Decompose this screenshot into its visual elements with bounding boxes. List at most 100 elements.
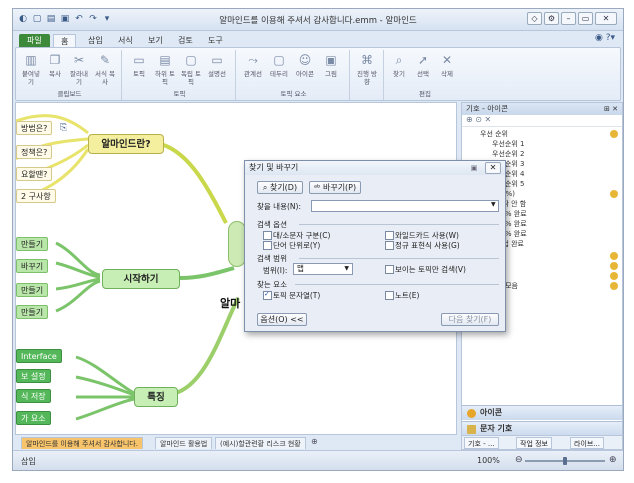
zoom-thumb[interactable] (563, 457, 567, 465)
pin-icon[interactable]: ⊞ ✕ (604, 103, 618, 115)
leaf-start-4[interactable]: 만들기 (16, 305, 49, 319)
find-replace-dialog: 찾기 및 바꾸기 ▣ ✕ ⌕ 찾기(D) ᵃᵇ 바꾸기(P) 찾을 내용(N):… (244, 160, 506, 332)
paste-button[interactable]: ▥ 붙여넣기 (20, 52, 42, 86)
find-button[interactable]: ⌕ 찾기 (388, 52, 410, 78)
direction-button[interactable]: ⌘ 진행 방향 (356, 52, 378, 86)
maximize-button[interactable]: ▭ (578, 12, 593, 25)
cut-button[interactable]: ✂ 잘라내기 (68, 52, 90, 86)
tree-item[interactable]: 우선순위 2 (462, 149, 622, 159)
leaf-features-3[interactable]: 식 저장 (16, 389, 51, 403)
options-button[interactable]: 옵션(O) << (257, 313, 307, 326)
tree-item[interactable]: 우선 순위 (462, 129, 622, 139)
leaf-what-1[interactable]: 방법은? (16, 121, 53, 135)
doc-tab-3[interactable]: (예시)할관련황 리스크 현황 (215, 437, 306, 449)
leaf-features-1[interactable]: Interface (16, 349, 62, 363)
zoom-level: 100% (477, 456, 500, 465)
panel-tabs: 기호 - ... 작업 정보 라이브... (462, 435, 622, 449)
replace-tab-button[interactable]: ᵃᵇ 바꾸기(P) (309, 181, 361, 194)
add-icon[interactable]: ⊕ (466, 115, 473, 124)
copy-button[interactable]: ❐ 복사 (44, 52, 66, 78)
find-tab-button[interactable]: ⌕ 찾기(D) (257, 181, 303, 194)
edit-icon[interactable]: ⊙ (475, 115, 482, 124)
cut-icon: ✂ (73, 53, 85, 67)
leaf-what-3[interactable]: 요할땐? (16, 167, 53, 181)
tab-review[interactable]: 검토 (171, 34, 200, 47)
picture-button[interactable]: ▣ 그림 (320, 52, 342, 78)
remove-icon[interactable]: ✕ (485, 115, 492, 124)
relationship-button[interactable]: ⤳ 관계선 (242, 52, 264, 78)
tab-format[interactable]: 서식 (111, 34, 140, 47)
select-button[interactable]: ➚ 선택 (412, 52, 434, 78)
icon-button[interactable]: ☺ 아이콘 (294, 52, 316, 78)
panel-tab-task-info[interactable]: 작업 정보 (516, 437, 552, 449)
topic-button[interactable]: ▭ 토픽 (128, 52, 150, 78)
regex-checkbox[interactable]: 정규 표현식 사용(G) (385, 241, 460, 250)
tab-file[interactable]: 파일 (19, 34, 50, 47)
leaf-what-2[interactable]: 정책은? (16, 145, 53, 159)
callout-button[interactable]: ▭ 설명선 (206, 52, 228, 78)
group-label-topic: 토픽 (173, 90, 186, 98)
leaf-start-2[interactable]: 바꾸기 (16, 259, 49, 273)
group-direction: ⌘ 진행 방향 (352, 50, 384, 100)
leaf-start-1[interactable]: 만들기 (16, 237, 49, 251)
find-next-button[interactable]: 다음 찾기(F) (441, 313, 499, 326)
panel-tab-library[interactable]: 라이브... (570, 437, 604, 449)
panel-tab-symbols[interactable]: 기호 - ... (464, 437, 499, 449)
floating-topic-icon: ▢ (185, 53, 197, 67)
panel-bar-text-symbols[interactable]: 문자 기호 (462, 421, 622, 436)
boundary-button[interactable]: ▢ 테두리 (268, 52, 290, 78)
category-icon (610, 252, 618, 260)
scope-select[interactable]: 맵 ▼ (293, 263, 353, 275)
minimize-button[interactable]: – (561, 12, 576, 25)
leaf-what-4[interactable]: 2 구사항 (16, 189, 56, 203)
search-scope-heading: 검색 범위 (257, 254, 287, 263)
wildcard-checkbox[interactable]: 와일드카드 사용(W) (385, 231, 459, 240)
leaf-features-2[interactable]: 보 설정 (16, 369, 51, 383)
leaf-start-3[interactable]: 만들기 (16, 283, 49, 297)
dialog-help-icon[interactable]: ▣ (467, 162, 481, 174)
central-topic[interactable]: 알마 (220, 295, 240, 311)
delete-button[interactable]: ✕ 삭제 (436, 52, 458, 78)
relationship-icon: ⤳ (248, 53, 258, 67)
topic-icon: ▭ (133, 53, 145, 67)
topic-what[interactable]: 알마인드란? (88, 134, 164, 154)
topic-features[interactable]: 특징 (134, 387, 178, 407)
panel-toolbar: ⊕ ⊙ ✕ (462, 115, 622, 127)
zoom-out-icon[interactable]: ⊖ (515, 455, 523, 465)
smiley-icon (610, 282, 618, 290)
tab-home[interactable]: 홈 (53, 34, 77, 47)
dropdown-arrow-icon[interactable]: ▼ (491, 201, 496, 208)
doc-tab-2[interactable]: 알마인드 활용법 (155, 437, 213, 449)
search-elements-heading: 찾는 요소 (257, 280, 287, 289)
new-tab-icon[interactable]: ⊕ (311, 437, 318, 446)
settings-icon[interactable]: ⚙ (544, 12, 559, 25)
zoom-in-icon[interactable]: ⊕ (609, 455, 617, 465)
zoom-slider[interactable] (525, 457, 605, 465)
floating-topic-button[interactable]: ▢ 독립 토픽 (180, 52, 202, 86)
tab-view[interactable]: 보기 (141, 34, 170, 47)
match-case-checkbox[interactable]: 대/소문자 구분(C) (263, 231, 330, 240)
tab-insert[interactable]: 삽입 (81, 34, 110, 47)
panel-bar-icons[interactable]: 아이콘 (462, 405, 622, 420)
group-label-topic-elements: 토픽 요소 (280, 90, 307, 98)
folder-icon: ⎘ (60, 123, 68, 133)
dialog-close-button[interactable]: ✕ (485, 162, 501, 174)
doc-tab-1[interactable]: 알마인드를 이용해 주셔서 감사합니다. (21, 437, 143, 449)
picture-icon: ▣ (325, 53, 337, 67)
visible-only-checkbox[interactable]: 보이는 토픽만 검색(V) (385, 265, 466, 274)
topic-text-checkbox[interactable]: 토픽 문자열(T) (263, 290, 320, 300)
subtopic-icon: ▤ (159, 53, 171, 67)
restore-icon[interactable]: ◇ (527, 12, 542, 25)
tab-tools[interactable]: 도구 (201, 34, 230, 47)
notes-checkbox[interactable]: 노트(E) (385, 291, 419, 300)
whole-word-checkbox[interactable]: 단어 단위로(Y) (263, 241, 320, 250)
leaf-features-4[interactable]: 가 요소 (16, 411, 51, 425)
tree-item[interactable]: 우선순위 1 (462, 139, 622, 149)
group-label-edit: 편집 (419, 90, 431, 98)
topic-start[interactable]: 시작하기 (102, 269, 180, 289)
subtopic-button[interactable]: ▤ 하위 토픽 (154, 52, 176, 86)
close-button[interactable]: ✕ (595, 12, 617, 25)
find-what-input[interactable] (311, 200, 499, 212)
format-painter-button[interactable]: ✎ 서식 복사 (94, 52, 116, 86)
help-icon[interactable]: ◉ ?▾ (595, 33, 615, 43)
